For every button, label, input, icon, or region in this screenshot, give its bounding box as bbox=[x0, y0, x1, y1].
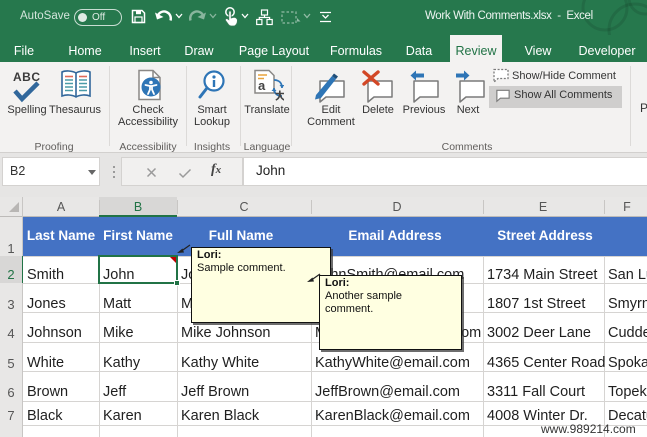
svg-text:a: a bbox=[258, 78, 266, 93]
